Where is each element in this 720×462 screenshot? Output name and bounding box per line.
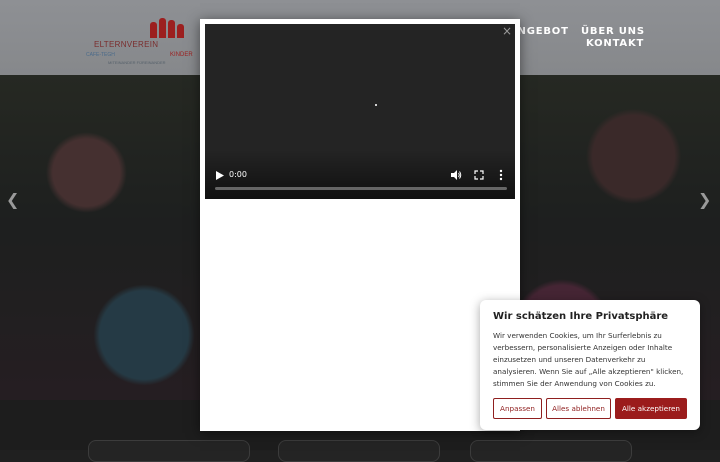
- video-modal: 0:00 ×: [200, 19, 520, 431]
- video-controls-shade: [205, 149, 515, 199]
- video-progress-bar[interactable]: [215, 187, 507, 190]
- content-card[interactable]: [470, 440, 632, 462]
- logo-name: ELTERNVEREIN: [94, 40, 159, 49]
- chevron-left-icon[interactable]: ❮: [6, 190, 19, 209]
- logo-subtitle: CAFE-TEGH: [86, 52, 115, 58]
- video-loading-dot: [375, 104, 377, 106]
- content-card[interactable]: [278, 440, 440, 462]
- customize-button[interactable]: Anpassen: [493, 398, 542, 419]
- fullscreen-icon[interactable]: [473, 169, 485, 181]
- video-time: 0:00: [229, 170, 247, 179]
- video-player[interactable]: 0:00: [205, 24, 515, 199]
- logo-figures-icon: [150, 16, 190, 38]
- reject-all-button[interactable]: Alles ablehnen: [546, 398, 611, 419]
- logo-kinder: KINDER: [170, 52, 193, 58]
- logo-tagline: MITEINANDER FÜREINANDER: [108, 60, 166, 65]
- nav-ueber-uns[interactable]: ÜBER UNS: [581, 26, 645, 37]
- cookie-title: Wir schätzen Ihre Privatsphäre: [493, 311, 669, 322]
- hero-faded-text: ● ● ●: [380, 261, 460, 282]
- volume-icon[interactable]: [450, 169, 462, 181]
- nav-kontakt[interactable]: KONTAKT: [586, 38, 644, 49]
- play-icon[interactable]: [215, 170, 225, 181]
- content-card[interactable]: [88, 440, 250, 462]
- cookie-text: Wir verwenden Cookies, um Ihr Surferlebn…: [493, 331, 684, 388]
- chevron-right-icon[interactable]: ❯: [698, 190, 711, 209]
- accept-all-button[interactable]: Alle akzeptieren: [615, 398, 687, 419]
- close-icon[interactable]: ×: [502, 25, 512, 37]
- cookie-banner: Wir schätzen Ihre Privatsphäre Wir verwe…: [480, 300, 700, 430]
- more-vert-icon[interactable]: [498, 169, 504, 181]
- site-logo[interactable]: ELTERNVEREIN CAFE-TEGH KINDER MITEINANDE…: [84, 16, 204, 68]
